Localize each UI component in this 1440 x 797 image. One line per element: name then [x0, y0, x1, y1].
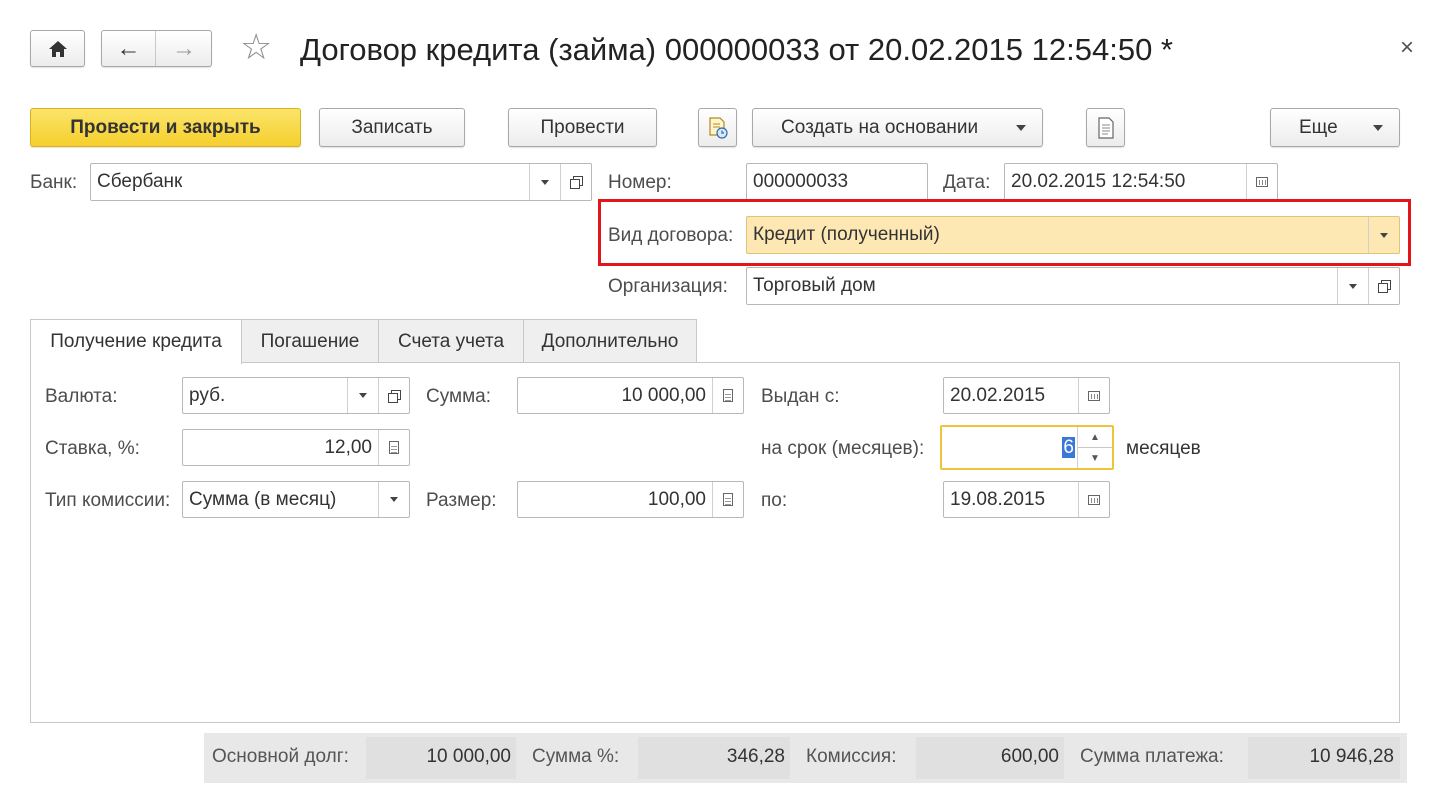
sum-value: 10 000,00	[621, 384, 706, 406]
size-field[interactable]: 100,00	[517, 481, 744, 518]
organization-label: Организация:	[608, 276, 728, 297]
issued-date-field[interactable]: 20.02.2015	[943, 377, 1110, 414]
organization-value: Торговый дом	[753, 275, 876, 296]
calendar-icon[interactable]	[1247, 164, 1277, 200]
back-button[interactable]: ←	[102, 31, 156, 66]
tab-loan-receipt[interactable]: Получение кредита	[30, 319, 242, 364]
close-icon[interactable]: ×	[1396, 34, 1418, 62]
currency-field[interactable]: руб.	[182, 377, 410, 414]
until-date-field[interactable]: 19.08.2015	[943, 481, 1110, 518]
print-button[interactable]	[1086, 108, 1125, 147]
commission-value: 600,00	[1000, 746, 1059, 767]
interest-label: Сумма %:	[532, 746, 620, 767]
open-icon[interactable]	[379, 378, 409, 413]
rate-value: 12,00	[324, 436, 372, 458]
principal-value: 10 000,00	[426, 746, 511, 767]
calendar-icon[interactable]	[1079, 482, 1109, 517]
home-icon	[48, 40, 67, 57]
document-icon	[1097, 116, 1114, 139]
contract-type-value: Кредит (полученный)	[753, 224, 940, 245]
commission-type-label: Тип комиссии:	[45, 490, 171, 511]
tab-repayment[interactable]: Погашение	[241, 319, 379, 363]
spin-buttons[interactable]: ▲ ▼	[1078, 427, 1112, 468]
more-label: Еще	[1299, 116, 1338, 138]
post-button[interactable]: Провести	[508, 108, 657, 147]
create-based-on-button[interactable]: Создать на основании	[752, 108, 1043, 147]
number-field[interactable]: 000000033	[746, 163, 928, 201]
until-label: по:	[761, 490, 788, 511]
term-label: на срок (месяцев):	[761, 438, 925, 459]
dropdown-icon	[1016, 125, 1026, 131]
organization-field[interactable]: Торговый дом	[746, 267, 1400, 305]
size-label: Размер:	[426, 490, 497, 511]
report-structure-button[interactable]	[698, 108, 737, 147]
issued-date-value: 20.02.2015	[950, 384, 1046, 406]
favorite-star-icon[interactable]: ☆	[240, 26, 276, 68]
dropdown-icon[interactable]	[379, 482, 409, 517]
forward-button[interactable]: →	[157, 31, 211, 66]
payment-value: 10 946,28	[1309, 746, 1394, 767]
more-button[interactable]: Еще	[1270, 108, 1400, 147]
bank-label: Банк:	[30, 172, 78, 193]
open-icon[interactable]	[1369, 268, 1399, 304]
term-value: 6	[1062, 436, 1075, 458]
commission-type-value: Сумма (в месяц)	[189, 488, 337, 510]
contract-type-field[interactable]: Кредит (полученный)	[746, 216, 1400, 254]
bank-field[interactable]: Сбербанк	[90, 163, 592, 201]
issued-label: Выдан с:	[761, 386, 840, 407]
bank-value: Сбербанк	[97, 171, 183, 192]
save-button[interactable]: Записать	[319, 108, 465, 147]
create-based-on-label: Создать на основании	[781, 116, 979, 138]
currency-value: руб.	[189, 384, 226, 406]
contract-type-label: Вид договора:	[608, 225, 734, 246]
interest-value: 346,28	[726, 746, 785, 767]
term-unit-label: месяцев	[1126, 438, 1201, 459]
dropdown-icon[interactable]	[1369, 217, 1399, 253]
post-and-close-button[interactable]: Провести и закрыть	[30, 108, 301, 147]
tab-accounts[interactable]: Счета учета	[378, 319, 524, 363]
calculator-icon[interactable]	[713, 482, 743, 517]
home-button[interactable]	[30, 30, 85, 67]
principal-label: Основной долг:	[212, 746, 349, 767]
until-date-value: 19.08.2015	[950, 488, 1046, 510]
dropdown-icon[interactable]	[348, 378, 378, 413]
dropdown-icon	[1373, 125, 1383, 131]
spin-down-icon[interactable]: ▼	[1078, 448, 1112, 468]
back-arrow-icon: ←	[116, 34, 141, 62]
tab-additional[interactable]: Дополнительно	[523, 319, 697, 363]
currency-label: Валюта:	[45, 386, 118, 407]
spin-up-icon[interactable]: ▲	[1078, 427, 1112, 448]
number-label: Номер:	[608, 172, 672, 193]
window-title: Договор кредита (займа) 000000033 от 20.…	[300, 32, 1173, 67]
calculator-icon[interactable]	[379, 430, 409, 465]
commission-type-field[interactable]: Сумма (в месяц)	[182, 481, 410, 518]
size-value: 100,00	[647, 488, 706, 510]
open-icon[interactable]	[561, 164, 591, 200]
sum-label: Сумма:	[426, 386, 491, 407]
payment-label: Сумма платежа:	[1080, 746, 1224, 767]
tab-panel	[30, 362, 1400, 723]
calculator-icon[interactable]	[713, 378, 743, 413]
calendar-icon[interactable]	[1079, 378, 1109, 413]
term-stepper[interactable]: 6 ▲ ▼	[940, 425, 1114, 470]
document-clock-icon	[708, 116, 728, 139]
date-value: 20.02.2015 12:54:50	[1011, 171, 1186, 192]
rate-field[interactable]: 12,00	[182, 429, 410, 466]
rate-label: Ставка, %:	[45, 438, 140, 459]
commission-label: Комиссия:	[806, 746, 897, 767]
sum-field[interactable]: 10 000,00	[517, 377, 744, 414]
forward-arrow-icon: →	[172, 34, 196, 62]
number-value: 000000033	[753, 171, 849, 192]
date-label: Дата:	[943, 172, 991, 193]
date-field[interactable]: 20.02.2015 12:54:50	[1004, 163, 1278, 201]
dropdown-icon[interactable]	[530, 164, 560, 200]
dropdown-icon[interactable]	[1338, 268, 1368, 304]
